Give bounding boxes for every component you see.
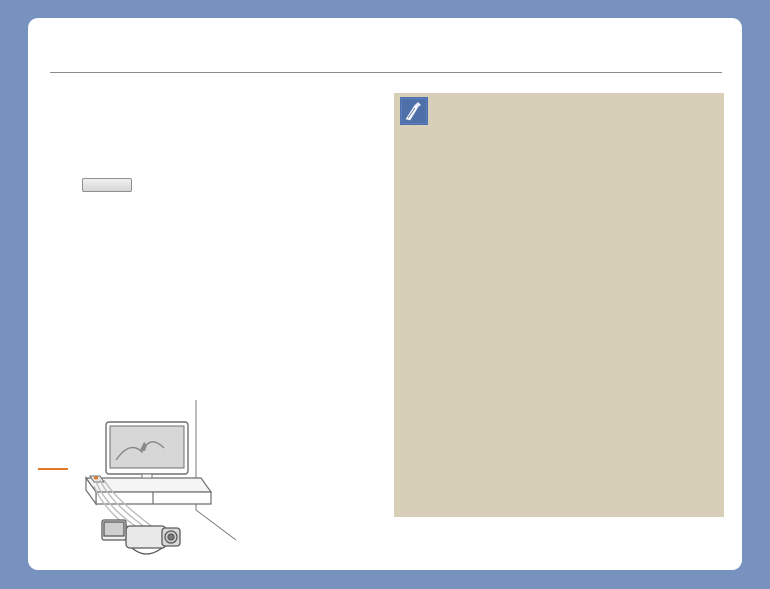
content-card bbox=[28, 18, 742, 570]
info-panel bbox=[394, 93, 724, 517]
chip-label bbox=[82, 178, 132, 192]
feather-pen-icon bbox=[400, 97, 428, 125]
tv-stand-camcorder-scene bbox=[46, 400, 236, 560]
page-background bbox=[0, 0, 770, 589]
divider-line bbox=[50, 72, 722, 73]
